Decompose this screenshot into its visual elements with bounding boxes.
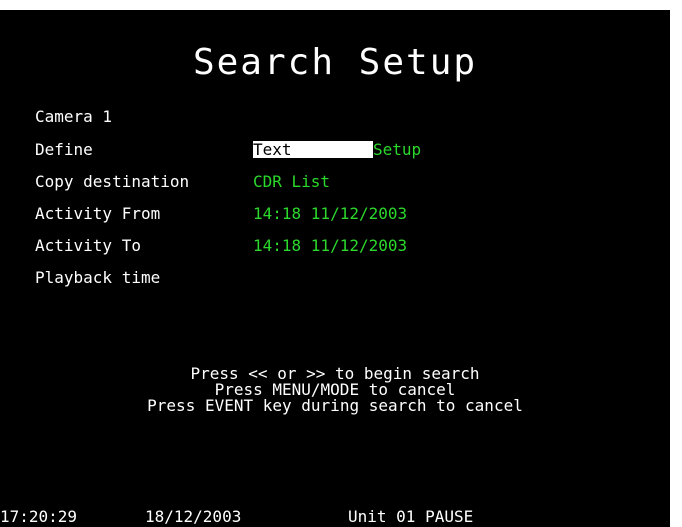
status-date: 18/12/2003 (145, 507, 242, 526)
copy-destination-value[interactable]: CDR List (253, 172, 330, 191)
status-unit: Unit 01 PAUSE (348, 507, 474, 526)
camera-label[interactable]: Camera 1 (35, 107, 112, 126)
activity-to-label: Activity To (35, 236, 141, 255)
copy-destination-label: Copy destination (35, 172, 190, 191)
playback-time-label[interactable]: Playback time (35, 268, 160, 287)
activity-from-value[interactable]: 14:18 11/12/2003 (253, 204, 407, 223)
define-setup-option[interactable]: Setup (373, 140, 421, 159)
dvr-screen: Search Setup Camera 1 Define Text Setup … (0, 10, 670, 527)
status-time: 17:20:29 (0, 507, 78, 526)
define-text-option-selected[interactable]: Text (253, 141, 373, 158)
activity-to-value[interactable]: 14:18 11/12/2003 (253, 236, 407, 255)
define-label: Define (35, 140, 93, 159)
activity-from-label: Activity From (35, 204, 161, 223)
instruction-cancel-event: Press EVENT key during search to cancel (147, 396, 523, 415)
page-title: Search Setup (192, 42, 478, 83)
